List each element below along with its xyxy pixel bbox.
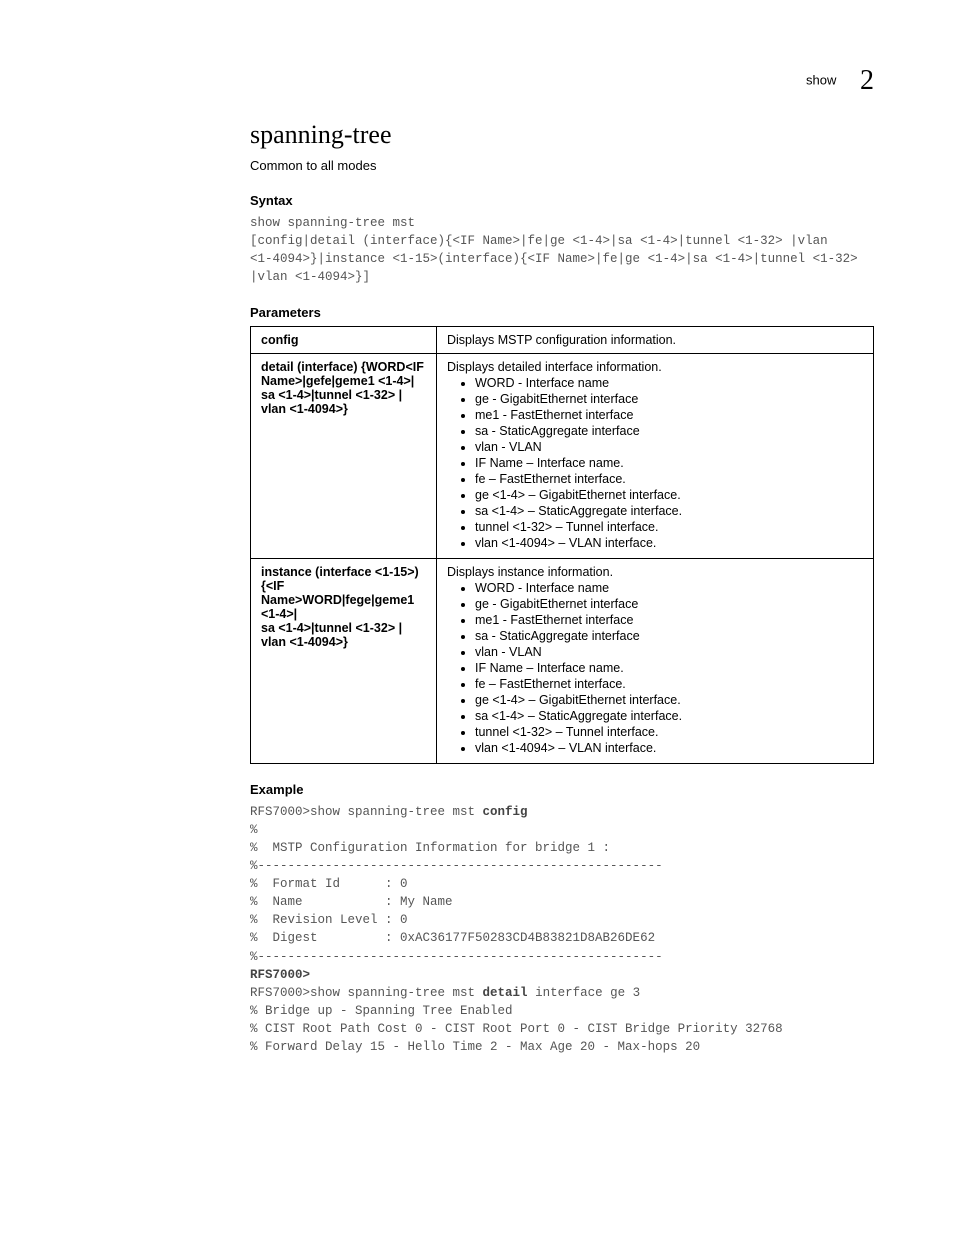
example-line: RFS7000>show spanning-tree mst config [250,803,874,821]
parameters-table: config Displays MSTP configuration infor… [250,326,874,764]
list-item: WORD - Interface name [475,581,863,595]
example-line: %---------------------------------------… [250,948,874,966]
subtitle: Common to all modes [250,158,874,173]
page-header: show 2 [806,65,874,97]
example-text: RFS7000>show spanning-tree mst [250,805,483,819]
example-text: RFS7000>show spanning-tree mst [250,986,483,1000]
table-row: detail (interface) {WORD<IF Name>|gefe|g… [251,353,874,558]
param-intro: Displays MSTP configuration information. [447,333,676,347]
example-line: % Name : My Name [250,893,874,911]
list-item: ge <1-4> – GigabitEthernet interface. [475,693,863,707]
param-desc: Displays instance information. WORD - In… [437,558,874,763]
example-line: % Revision Level : 0 [250,911,874,929]
list-item: IF Name – Interface name. [475,456,863,470]
example-bold: config [483,805,528,819]
example-line: % CIST Root Path Cost 0 - CIST Root Port… [250,1020,874,1038]
list-item: ge - GigabitEthernet interface [475,392,863,406]
param-name: detail (interface) {WORD<IF Name>|gefe|g… [251,353,437,558]
list-item: fe – FastEthernet interface. [475,677,863,691]
list-item: vlan <1-4094> – VLAN interface. [475,536,863,550]
param-desc: Displays detailed interface information.… [437,353,874,558]
list-item: me1 - FastEthernet interface [475,408,863,422]
list-item: sa - StaticAggregate interface [475,424,863,438]
example-heading: Example [250,782,874,797]
example-line: % MSTP Configuration Information for bri… [250,839,874,857]
page-title: spanning-tree [250,120,874,150]
list-item: tunnel <1-32> – Tunnel interface. [475,725,863,739]
param-intro: Displays instance information. [447,565,613,579]
syntax-heading: Syntax [250,193,874,208]
param-name: config [251,326,437,353]
list-item: vlan - VLAN [475,440,863,454]
list-item: ge <1-4> – GigabitEthernet interface. [475,488,863,502]
list-item: ge - GigabitEthernet interface [475,597,863,611]
param-intro: Displays detailed interface information. [447,360,662,374]
list-item: vlan - VLAN [475,645,863,659]
example-line: % Format Id : 0 [250,875,874,893]
example-line: % Digest : 0xAC36177F50283CD4B83821D8AB2… [250,929,874,947]
table-row: config Displays MSTP configuration infor… [251,326,874,353]
example-line: % [250,821,874,839]
param-desc: Displays MSTP configuration information. [437,326,874,353]
param-name: instance (interface <1-15>) {<IF Name>WO… [251,558,437,763]
list-item: fe – FastEthernet interface. [475,472,863,486]
example-line: %---------------------------------------… [250,857,874,875]
example-line: % Bridge up - Spanning Tree Enabled [250,1002,874,1020]
param-bullets: WORD - Interface name ge - GigabitEthern… [447,581,863,755]
example-line: RFS7000> [250,966,874,984]
parameters-heading: Parameters [250,305,874,320]
list-item: WORD - Interface name [475,376,863,390]
example-text: interface ge 3 [528,986,641,1000]
header-label: show [806,72,836,87]
list-item: sa <1-4> – StaticAggregate interface. [475,709,863,723]
example-bold: detail [483,986,528,1000]
list-item: tunnel <1-32> – Tunnel interface. [475,520,863,534]
example-line: % Forward Delay 15 - Hello Time 2 - Max … [250,1038,874,1056]
table-row: instance (interface <1-15>) {<IF Name>WO… [251,558,874,763]
example-block: RFS7000>show spanning-tree mst config % … [250,803,874,1057]
param-bullets: WORD - Interface name ge - GigabitEthern… [447,376,863,550]
list-item: me1 - FastEthernet interface [475,613,863,627]
list-item: sa <1-4> – StaticAggregate interface. [475,504,863,518]
list-item: IF Name – Interface name. [475,661,863,675]
list-item: vlan <1-4094> – VLAN interface. [475,741,863,755]
example-line: RFS7000>show spanning-tree mst detail in… [250,984,874,1002]
syntax-code: show spanning-tree mst [config|detail (i… [250,214,874,287]
list-item: sa - StaticAggregate interface [475,629,863,643]
chapter-number: 2 [860,65,874,96]
